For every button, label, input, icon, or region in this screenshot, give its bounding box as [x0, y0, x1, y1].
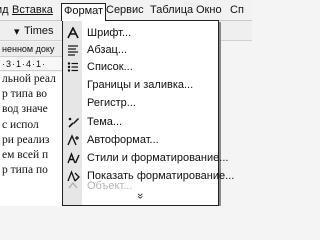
- menu-edit-partial[interactable]: ид: [0, 3, 9, 19]
- autoformat-icon: [66, 133, 80, 147]
- document-body[interactable]: льной реал р типа во вод значе с испол р…: [0, 72, 66, 206]
- doc-line: вод значе: [2, 103, 48, 116]
- menu-item-list[interactable]: Список...: [63, 59, 218, 75]
- document-name: ненном доку: [0, 42, 66, 57]
- font-name-field[interactable]: Times: [24, 25, 54, 37]
- doc-line: с испол: [2, 118, 39, 131]
- menu-item-change-case[interactable]: Регистр...: [63, 95, 218, 111]
- theme-icon: [66, 115, 80, 129]
- menu-item-autoformat[interactable]: Автоформат...: [63, 132, 218, 148]
- menu-item-label: Стили и форматирование...: [87, 152, 229, 164]
- doc-line: р типа во: [2, 88, 48, 101]
- menu-format[interactable]: Формат: [61, 3, 107, 21]
- doc-line: льной реал: [2, 73, 56, 85]
- menu-bar: ид Вставка Формат Сервис Таблица Окно Сп: [0, 0, 252, 21]
- menu-item-label: Границы и заливка...: [87, 79, 194, 91]
- doc-line: р типа по: [2, 164, 48, 177]
- menu-item-borders-shading[interactable]: Границы и заливка...: [63, 77, 218, 93]
- font-icon: [66, 26, 80, 40]
- menu-item-label: Абзац...: [87, 44, 128, 56]
- list-icon: [66, 60, 80, 74]
- word-window: ид Вставка Формат Сервис Таблица Окно Сп…: [0, 0, 252, 206]
- menu-item-label: Автоформат...: [87, 134, 159, 146]
- menu-item-font[interactable]: Шрифт...: [63, 25, 218, 41]
- paragraph-icon: [66, 43, 80, 57]
- format-menu: Шрифт... Абзац... Список... Границы и за…: [62, 20, 234, 206]
- menu-item-theme[interactable]: Тема...: [63, 114, 218, 130]
- menu-item-label: Список...: [87, 61, 133, 73]
- expand-menu-glyph: »: [134, 192, 147, 200]
- font-dropdown-arrow-icon[interactable]: ▾: [14, 25, 20, 38]
- menu-item-label: Тема...: [87, 116, 123, 128]
- doc-line: ри реализ: [2, 133, 50, 146]
- menu-insert[interactable]: Вставка: [12, 3, 53, 19]
- doc-line: ем всей п: [2, 149, 49, 162]
- menu-item-label: Шрифт...: [87, 27, 132, 39]
- styles-icon: [66, 151, 80, 165]
- menu-window[interactable]: Окно: [196, 3, 222, 19]
- menu-item-label: Регистр...: [87, 97, 136, 109]
- horizontal-ruler[interactable]: ·3·1·4·1·: [0, 58, 66, 71]
- expand-menu-chevron-icon[interactable]: »: [63, 189, 218, 203]
- menu-item-paragraph[interactable]: Абзац...: [63, 42, 218, 58]
- menu-table[interactable]: Таблица: [150, 3, 193, 19]
- menu-item-styles-formatting[interactable]: Стили и форматирование...: [63, 150, 228, 166]
- menu-help-partial[interactable]: Сп: [230, 3, 244, 19]
- menu-tools[interactable]: Сервис: [106, 3, 144, 19]
